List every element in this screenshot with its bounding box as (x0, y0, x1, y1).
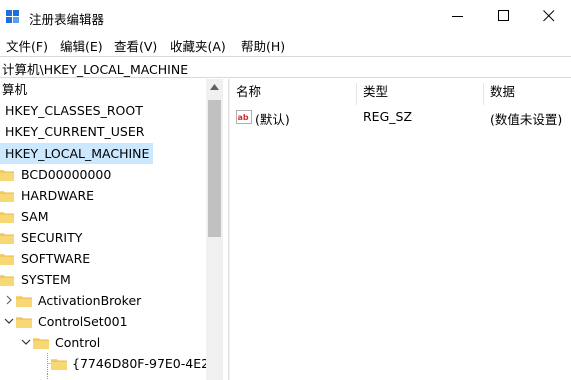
key-tree: 算机 HKEY_CLASSES_ROOT HKEY_CURRENT_USER H… (0, 79, 229, 380)
value-data: (数值未设置) (490, 112, 563, 127)
menu-view[interactable]: 查看(V) (114, 36, 157, 55)
folder-icon (16, 296, 32, 307)
tree-item-control[interactable]: Control (0, 332, 200, 353)
tree-item-system[interactable]: SYSTEM (0, 269, 200, 290)
tree-label: ControlSet001 (38, 314, 128, 329)
tree-item-activationbroker[interactable]: ActivationBroker (0, 290, 200, 311)
tree-label: ActivationBroker (38, 293, 142, 308)
menu-file[interactable]: 文件(F) (6, 36, 48, 55)
tree-item-hklm[interactable]: HKEY_LOCAL_MACHINE (0, 143, 153, 164)
value-row[interactable]: ab (默认) REG_SZ (数值未设置) (230, 107, 571, 129)
folder-icon (0, 191, 14, 202)
address-bar[interactable]: 计算机\HKEY_LOCAL_MACHINE (0, 56, 571, 78)
tree-scrollbar[interactable] (206, 79, 223, 380)
tree-label: BCD00000000 (21, 167, 112, 182)
tree-label: HKEY_CLASSES_ROOT (5, 103, 143, 118)
chevron-down-icon[interactable] (21, 337, 31, 347)
tree-label: HARDWARE (21, 188, 95, 203)
value-list: 名称 类型 数据 ab (默认) REG_SZ (数值未设置) (230, 79, 571, 380)
svg-text:ab: ab (238, 113, 249, 122)
value-type: REG_SZ (363, 109, 413, 124)
minimize-icon (452, 16, 463, 17)
folder-icon (0, 275, 14, 286)
folder-icon (51, 359, 67, 370)
folder-icon (0, 212, 14, 223)
tree-item-partial[interactable] (0, 374, 206, 380)
tree-label: HKEY_LOCAL_MACHINE (5, 146, 150, 161)
scrollbar-thumb[interactable] (208, 100, 221, 237)
chevron-down-icon[interactable] (4, 316, 14, 326)
address-path[interactable]: 计算机\HKEY_LOCAL_MACHINE (2, 59, 188, 78)
tree-label: HKEY_CURRENT_USER (5, 124, 145, 139)
column-divider[interactable] (483, 83, 484, 105)
tree-item-software[interactable]: SOFTWARE (0, 248, 200, 269)
scroll-up-icon[interactable] (210, 84, 219, 90)
chevron-right-icon[interactable] (4, 295, 14, 305)
tree-item-controlset001[interactable]: ControlSet001 (0, 311, 200, 332)
tree-label: {7746D80F-97E0-4E26 (72, 356, 218, 371)
column-header-name[interactable]: 名称 (236, 79, 261, 105)
folder-icon (0, 170, 14, 181)
tree-item-guid-key[interactable]: {7746D80F-97E0-4E26 (0, 353, 217, 374)
regedit-icon (6, 10, 19, 23)
ab-string-icon: ab (236, 110, 252, 124)
tree-label: SAM (21, 209, 49, 224)
minimize-button[interactable] (435, 0, 481, 32)
menu-help[interactable]: 帮助(H) (241, 36, 285, 55)
tree-item-security[interactable]: SECURITY (0, 227, 200, 248)
close-icon (543, 10, 555, 22)
tree-item-hkcu[interactable]: HKEY_CURRENT_USER (0, 121, 200, 142)
column-header-data[interactable]: 数据 (490, 79, 515, 105)
value-name: (默认) (255, 112, 290, 127)
tree-item-bcd[interactable]: BCD00000000 (0, 164, 200, 185)
menu-favorites[interactable]: 收藏夹(A) (170, 36, 226, 55)
tree-item-hkcr[interactable]: HKEY_CLASSES_ROOT (0, 100, 200, 121)
menu-bar: 文件(F) 编辑(E) 查看(V) 收藏夹(A) 帮助(H) (0, 34, 571, 54)
maximize-button[interactable] (481, 0, 527, 32)
folder-icon (0, 254, 14, 265)
window-title: 注册表编辑器 (29, 12, 105, 27)
folder-icon (0, 233, 14, 244)
menu-edit[interactable]: 编辑(E) (60, 36, 103, 55)
folder-icon (16, 317, 32, 328)
title-bar: 注册表编辑器 (0, 0, 571, 32)
tree-item-sam[interactable]: SAM (0, 206, 200, 227)
tree-item-hardware[interactable]: HARDWARE (0, 185, 200, 206)
tree-label: Control (55, 335, 101, 350)
close-button[interactable] (526, 0, 571, 32)
tree-label: 算机 (2, 82, 28, 97)
maximize-icon (498, 10, 509, 21)
tree-label: SOFTWARE (21, 251, 91, 266)
column-header-type[interactable]: 类型 (363, 79, 388, 105)
folder-icon (33, 338, 49, 349)
column-divider[interactable] (356, 83, 357, 105)
tree-label: SYSTEM (21, 272, 71, 287)
tree-label: SECURITY (21, 230, 83, 245)
